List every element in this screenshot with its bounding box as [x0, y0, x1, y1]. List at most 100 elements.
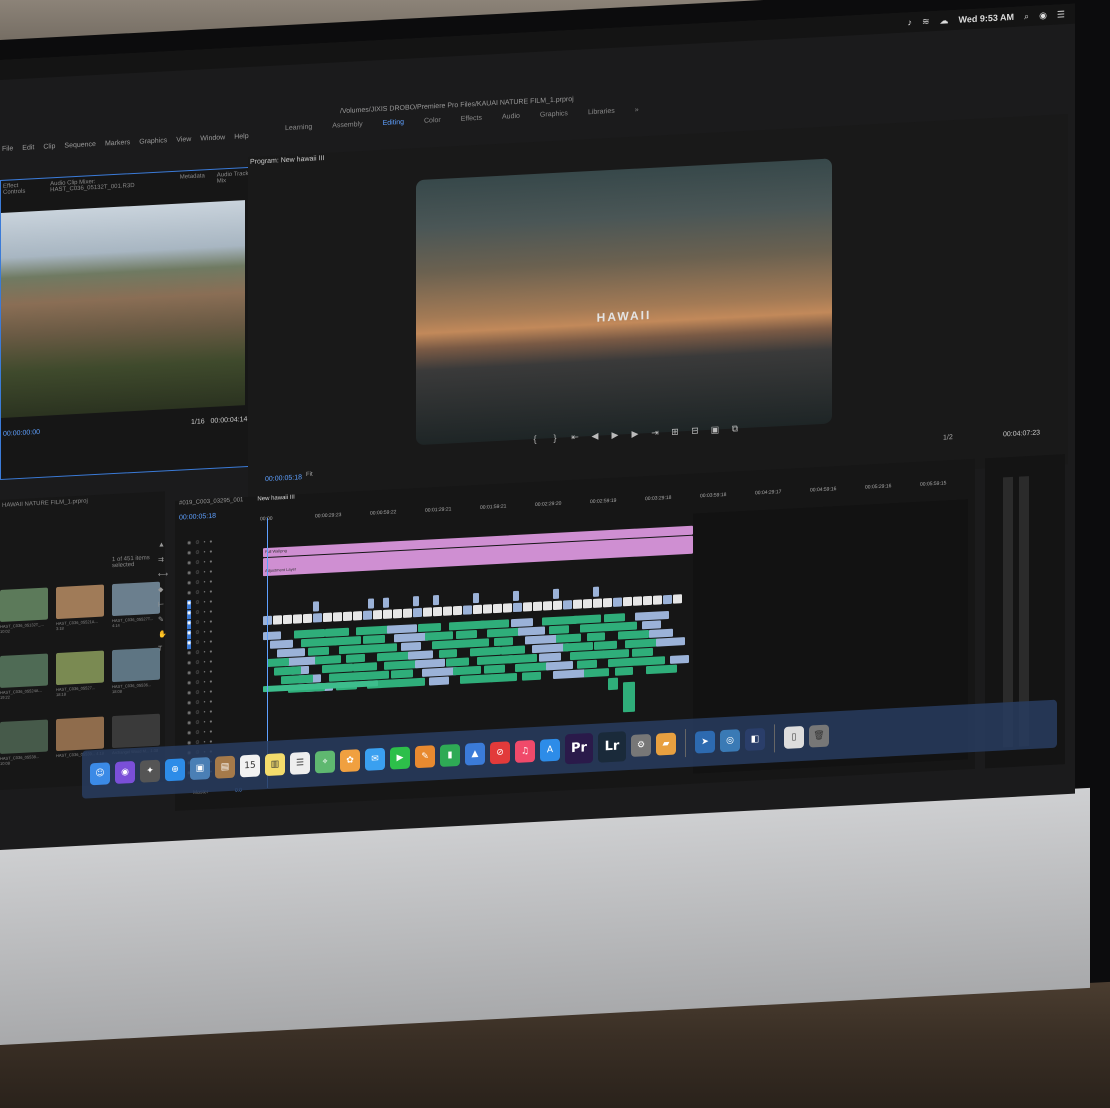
track-lock-icon[interactable]: ▪: [204, 579, 206, 588]
cloud-icon[interactable]: ☁: [940, 15, 949, 26]
notes-icon[interactable]: ▥: [265, 753, 285, 777]
track-target-icon[interactable]: ◉: [187, 690, 191, 699]
timeline-clip[interactable]: [618, 629, 649, 640]
timeline-clip[interactable]: [484, 664, 505, 674]
timeline-clip[interactable]: [584, 668, 609, 678]
timeline-clip[interactable]: [393, 608, 402, 619]
timeline-clip[interactable]: [653, 595, 662, 605]
timeline-clip[interactable]: [511, 618, 533, 628]
timeline-clip[interactable]: [413, 607, 422, 618]
timeline-clip[interactable]: [339, 644, 373, 655]
step-back-icon[interactable]: ◀: [590, 431, 600, 443]
menu-item-window[interactable]: Window: [200, 134, 225, 151]
program-fit-dropdown[interactable]: Fit: [306, 472, 313, 478]
workspace-tab-learning[interactable]: Learning: [285, 124, 312, 141]
pen-tool-icon[interactable]: ✎: [158, 615, 168, 623]
type-tool-icon[interactable]: T: [158, 645, 168, 652]
track-visibility-icon[interactable]: ●: [209, 579, 212, 588]
project-clip-item[interactable]: HAST_C036_05527T... 4:14: [112, 581, 162, 628]
project-clip-item[interactable]: HAST_C036_05132T_... 10:02: [0, 587, 50, 634]
timeline-clip[interactable]: [408, 650, 433, 660]
track-target-icon[interactable]: ◉: [187, 619, 192, 630]
clip-thumbnail[interactable]: [0, 587, 48, 622]
track-lock-icon[interactable]: ▪: [204, 719, 206, 728]
track-target-icon[interactable]: ◉: [187, 670, 191, 679]
timeline-clip[interactable]: [643, 595, 652, 606]
timeline-clip[interactable]: [491, 672, 517, 683]
clip-thumbnail[interactable]: [112, 713, 160, 749]
track-lock-icon[interactable]: ▪: [204, 669, 206, 678]
slip-tool-icon[interactable]: ⊢: [158, 600, 168, 608]
clip-thumbnail[interactable]: [56, 716, 104, 752]
timeline-clip[interactable]: [473, 604, 482, 615]
timeline-clip[interactable]: [313, 601, 319, 612]
track-sync-icon[interactable]: ⊙: [195, 700, 199, 709]
track-lock-icon[interactable]: ▪: [204, 549, 206, 558]
timeline-clip[interactable]: [308, 646, 329, 656]
track-visibility-icon[interactable]: ●: [209, 699, 212, 708]
numbers-icon[interactable]: ▮: [440, 743, 460, 767]
source-tab[interactable]: Effect Controls: [3, 182, 38, 196]
track-sync-icon[interactable]: ⊙: [195, 550, 199, 559]
source-tab[interactable]: Metadata: [180, 173, 205, 182]
app-store-icon[interactable]: A: [540, 738, 560, 762]
safari-icon[interactable]: ⊕: [165, 758, 185, 782]
menu-item-view[interactable]: View: [176, 136, 191, 153]
timeline-clip[interactable]: [263, 631, 281, 641]
timeline-timecode[interactable]: 00:00:05:18: [179, 513, 216, 522]
step-forward-icon[interactable]: ▶: [630, 428, 640, 440]
track-lock-icon[interactable]: ▪: [204, 589, 206, 598]
timeline-clip[interactable]: [398, 677, 425, 688]
track-visibility-icon[interactable]: ●: [209, 619, 212, 628]
timeline-clip[interactable]: [503, 603, 512, 613]
timeline-clip[interactable]: [277, 648, 305, 658]
timeline-clip[interactable]: [594, 640, 617, 650]
workspace-tab-effects[interactable]: Effects: [461, 115, 482, 132]
search-icon[interactable]: ⌕: [1024, 11, 1029, 22]
workspace-tab-graphics[interactable]: Graphics: [540, 110, 568, 127]
timeline-clip[interactable]: [583, 598, 592, 609]
menubar-clock[interactable]: Wed 9:53 AM: [959, 12, 1015, 25]
timeline-clip[interactable]: [325, 627, 349, 637]
timeline-clip[interactable]: [460, 674, 493, 684]
track-visibility-icon[interactable]: ●: [209, 679, 212, 688]
track-target-icon[interactable]: ◉: [187, 650, 191, 659]
track-lock-icon[interactable]: ▪: [204, 619, 206, 628]
timeline-clip[interactable]: [556, 633, 581, 643]
timeline-clip[interactable]: [370, 643, 397, 653]
pages-icon[interactable]: ✎: [415, 745, 435, 769]
timeline-clip[interactable]: [623, 681, 635, 713]
timeline-clip[interactable]: [274, 666, 301, 676]
track-lock-icon[interactable]: ▪: [204, 609, 206, 618]
track-lock-icon[interactable]: ▪: [204, 599, 206, 608]
trash-icon[interactable]: 🗑: [809, 724, 829, 748]
timeline-clip[interactable]: [315, 655, 341, 665]
timeline-clip[interactable]: [553, 669, 585, 680]
workspace-tab-color[interactable]: Color: [424, 117, 441, 134]
track-target-icon[interactable]: ◉: [187, 629, 192, 640]
overwrite-icon[interactable]: ⊟: [690, 425, 700, 437]
timeline-clip[interactable]: [403, 608, 412, 618]
timeline-clip[interactable]: [473, 592, 479, 604]
photos-icon[interactable]: ✿: [340, 749, 360, 773]
track-lock-icon[interactable]: ▪: [204, 559, 206, 568]
project-title[interactable]: HAWAII NATURE FILM_1.prproj: [0, 491, 165, 512]
timeline-clip[interactable]: [470, 646, 501, 657]
track-target-icon[interactable]: ◉: [187, 560, 191, 569]
clip-thumbnail[interactable]: [0, 653, 48, 688]
timeline-clip[interactable]: [480, 619, 509, 629]
track-sync-icon[interactable]: ⊙: [195, 670, 199, 679]
track-target-icon[interactable]: ◉: [187, 599, 192, 610]
track-sync-icon[interactable]: ⊙: [195, 560, 199, 569]
timeline-clip[interactable]: [487, 627, 521, 638]
timeline-clip[interactable]: [642, 620, 661, 630]
photos-app-icon[interactable]: ▣: [190, 756, 210, 781]
program-timecode[interactable]: 00:00:05:18: [265, 474, 302, 483]
timeline-clip[interactable]: [646, 664, 677, 675]
track-visibility-icon[interactable]: ●: [209, 659, 212, 668]
program-monitor-title[interactable]: Program: New hawaii III: [250, 155, 324, 166]
timeline-clip[interactable]: [577, 659, 597, 669]
track-sync-icon[interactable]: ⊙: [195, 580, 199, 589]
media-encoder-icon[interactable]: ◧: [745, 727, 765, 751]
program-video-frame[interactable]: HAWAII: [416, 158, 832, 446]
